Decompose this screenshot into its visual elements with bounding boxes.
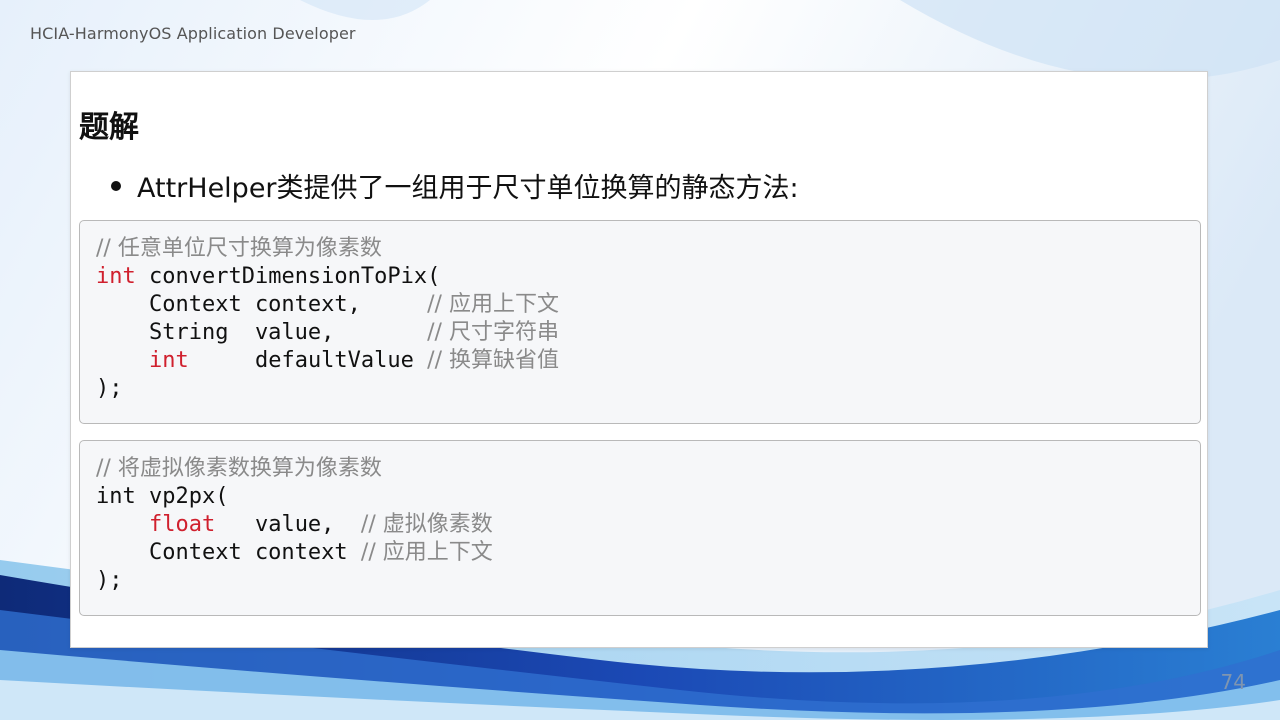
- course-header-label: HCIA-HarmonyOS Application Developer: [30, 24, 356, 43]
- code-line: Context context, // 应用上下文: [96, 291, 1184, 319]
- code-text: );: [96, 376, 123, 401]
- code-line: int defaultValue // 换算缺省值: [96, 347, 1184, 375]
- bullet-item: AttrHelper类提供了一组用于尺寸单位换算的静态方法:: [111, 166, 799, 205]
- code-comment: // 任意单位尺寸换算为像素数: [96, 236, 382, 261]
- bullet-dot-icon: [111, 180, 121, 191]
- code-line: float value, // 虚拟像素数: [96, 511, 1184, 539]
- slide-title: 题解: [79, 110, 139, 145]
- code-comment: // 将虚拟像素数换算为像素数: [96, 456, 382, 481]
- code-keyword: int: [148, 348, 189, 373]
- code-block-convert-dimension: // 任意单位尺寸换算为像素数 int convertDimensionToPix…: [79, 220, 1201, 424]
- code-line: int convertDimensionToPix(: [96, 263, 1184, 291]
- code-keyword: int: [96, 264, 136, 289]
- code-text: int vp2px(: [96, 484, 229, 509]
- code-line: String value, // 尺寸字符串: [96, 319, 1184, 347]
- code-text: String value,: [96, 320, 428, 345]
- bullet-text: AttrHelper类提供了一组用于尺寸单位换算的静态方法:: [137, 173, 799, 204]
- code-keyword: float: [148, 512, 216, 537]
- code-line: // 将虚拟像素数换算为像素数: [96, 455, 1184, 483]
- code-text: Context context,: [96, 292, 428, 317]
- code-line: Context context // 应用上下文: [96, 539, 1184, 567]
- code-text: Context context: [96, 540, 361, 565]
- code-text: value,: [215, 512, 361, 537]
- code-line: );: [96, 375, 1184, 403]
- code-text: );: [96, 568, 123, 593]
- code-text: convertDimensionToPix(: [135, 264, 441, 289]
- code-line: int vp2px(: [96, 483, 1184, 511]
- code-block-vp2px: // 将虚拟像素数换算为像素数 int vp2px( float value, /…: [79, 440, 1201, 616]
- code-comment: // 应用上下文: [360, 540, 493, 565]
- code-line: // 任意单位尺寸换算为像素数: [96, 235, 1184, 263]
- code-comment: // 尺寸字符串: [427, 320, 559, 345]
- code-comment: // 应用上下文: [427, 292, 559, 317]
- code-comment: // 虚拟像素数: [360, 512, 493, 537]
- code-comment: // 换算缺省值: [427, 348, 559, 373]
- code-text: defaultValue: [188, 348, 428, 373]
- content-card: 题解 AttrHelper类提供了一组用于尺寸单位换算的静态方法: // 任意单…: [70, 71, 1208, 648]
- page-number: 74: [1220, 670, 1246, 694]
- code-line: );: [96, 567, 1184, 595]
